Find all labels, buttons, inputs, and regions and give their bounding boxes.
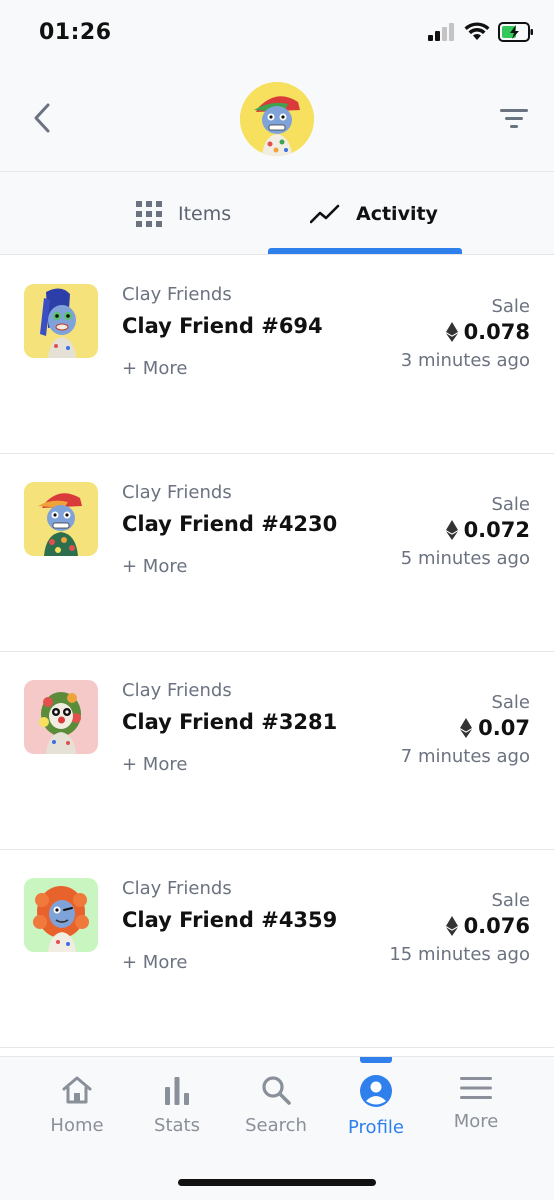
collection-name: Clay Friends bbox=[122, 878, 232, 899]
list-item[interactable]: Clay Friends Clay Friend #3281 + More Sa… bbox=[0, 652, 554, 850]
signal-icon bbox=[428, 23, 454, 41]
nft-image bbox=[24, 878, 98, 952]
chevron-left-icon bbox=[34, 103, 50, 133]
more-button[interactable]: + More bbox=[122, 754, 187, 775]
nft-image bbox=[24, 284, 98, 358]
status-time: 01:26 bbox=[39, 20, 112, 45]
collection-name: Clay Friends bbox=[122, 482, 232, 503]
home-icon bbox=[62, 1076, 92, 1104]
wifi-icon bbox=[464, 22, 490, 40]
trend-line-icon bbox=[310, 204, 340, 223]
collection-name: Clay Friends bbox=[122, 680, 232, 701]
event-type: Sale bbox=[491, 890, 530, 911]
nft-thumbnail bbox=[24, 680, 98, 754]
list-item[interactable]: Clay Friends Clay Friend #4359 + More Sa… bbox=[0, 850, 554, 1048]
back-button[interactable] bbox=[26, 98, 58, 138]
tab-items-label: Items bbox=[178, 202, 232, 225]
event-type: Sale bbox=[491, 692, 530, 713]
nav-search[interactable]: Search bbox=[226, 1075, 326, 1136]
nav-search-label: Search bbox=[245, 1115, 307, 1136]
nav-more[interactable]: More bbox=[426, 1075, 526, 1132]
nav-profile-label: Profile bbox=[348, 1117, 404, 1138]
list-item[interactable]: Clay Friends Clay Friend #4230 + More Sa… bbox=[0, 454, 554, 652]
item-name: Clay Friend #4359 bbox=[122, 908, 338, 932]
tab-activity-label: Activity bbox=[356, 202, 438, 225]
nft-thumbnail bbox=[24, 878, 98, 952]
nav-home-label: Home bbox=[50, 1115, 104, 1136]
profile-icon bbox=[360, 1075, 392, 1107]
price: 0.078 bbox=[445, 320, 530, 344]
nav-home[interactable]: Home bbox=[27, 1075, 127, 1136]
tab-activity[interactable]: Activity bbox=[310, 172, 438, 255]
eth-icon bbox=[445, 916, 458, 936]
filter-icon bbox=[500, 109, 528, 128]
time-ago: 7 minutes ago bbox=[400, 746, 530, 767]
list-item[interactable]: Clay Friends Clay Friend #694 + More Sal… bbox=[0, 256, 554, 454]
battery-charging-icon bbox=[498, 22, 533, 42]
price: 0.076 bbox=[445, 914, 530, 938]
more-button[interactable]: + More bbox=[122, 952, 187, 973]
profile-header bbox=[0, 62, 554, 172]
profile-avatar[interactable] bbox=[240, 82, 314, 156]
more-button[interactable]: + More bbox=[122, 556, 187, 577]
nav-active-marker bbox=[360, 1057, 392, 1063]
time-ago: 15 minutes ago bbox=[389, 944, 530, 965]
status-icons bbox=[428, 22, 534, 42]
search-icon bbox=[262, 1076, 291, 1105]
eth-icon bbox=[460, 718, 473, 738]
nft-thumbnail bbox=[24, 482, 98, 556]
item-name: Clay Friend #3281 bbox=[122, 710, 338, 734]
filter-button[interactable] bbox=[496, 100, 532, 136]
item-name: Clay Friend #4230 bbox=[122, 512, 338, 536]
nav-stats[interactable]: Stats bbox=[127, 1075, 227, 1136]
price-value: 0.07 bbox=[478, 716, 530, 740]
time-ago: 5 minutes ago bbox=[400, 548, 530, 569]
nav-profile[interactable]: Profile bbox=[326, 1075, 426, 1138]
eth-icon bbox=[445, 322, 458, 342]
avatar-image bbox=[240, 82, 314, 156]
home-indicator[interactable] bbox=[178, 1179, 376, 1186]
time-ago: 3 minutes ago bbox=[400, 350, 530, 371]
bar-chart-icon bbox=[165, 1077, 189, 1105]
nft-thumbnail bbox=[24, 284, 98, 358]
price-value: 0.078 bbox=[463, 320, 530, 344]
status-bar: 01:26 bbox=[0, 0, 554, 62]
price: 0.072 bbox=[445, 518, 530, 542]
nav-stats-label: Stats bbox=[154, 1115, 200, 1136]
price: 0.07 bbox=[460, 716, 530, 740]
event-type: Sale bbox=[491, 494, 530, 515]
more-button[interactable]: + More bbox=[122, 358, 187, 379]
eth-icon bbox=[445, 520, 458, 540]
collection-name: Clay Friends bbox=[122, 284, 232, 305]
price-value: 0.076 bbox=[463, 914, 530, 938]
active-tab-indicator bbox=[268, 248, 462, 254]
nft-image bbox=[24, 680, 98, 754]
price-value: 0.072 bbox=[463, 518, 530, 542]
event-type: Sale bbox=[491, 296, 530, 317]
nav-more-label: More bbox=[453, 1111, 499, 1132]
tab-bar: Items Activity bbox=[0, 172, 554, 255]
item-name: Clay Friend #694 bbox=[122, 314, 323, 338]
activity-list: Clay Friends Clay Friend #694 + More Sal… bbox=[0, 256, 554, 1048]
menu-icon bbox=[460, 1077, 492, 1099]
nft-image bbox=[24, 482, 98, 556]
grid-icon bbox=[136, 200, 162, 227]
tab-items[interactable]: Items bbox=[136, 172, 231, 255]
